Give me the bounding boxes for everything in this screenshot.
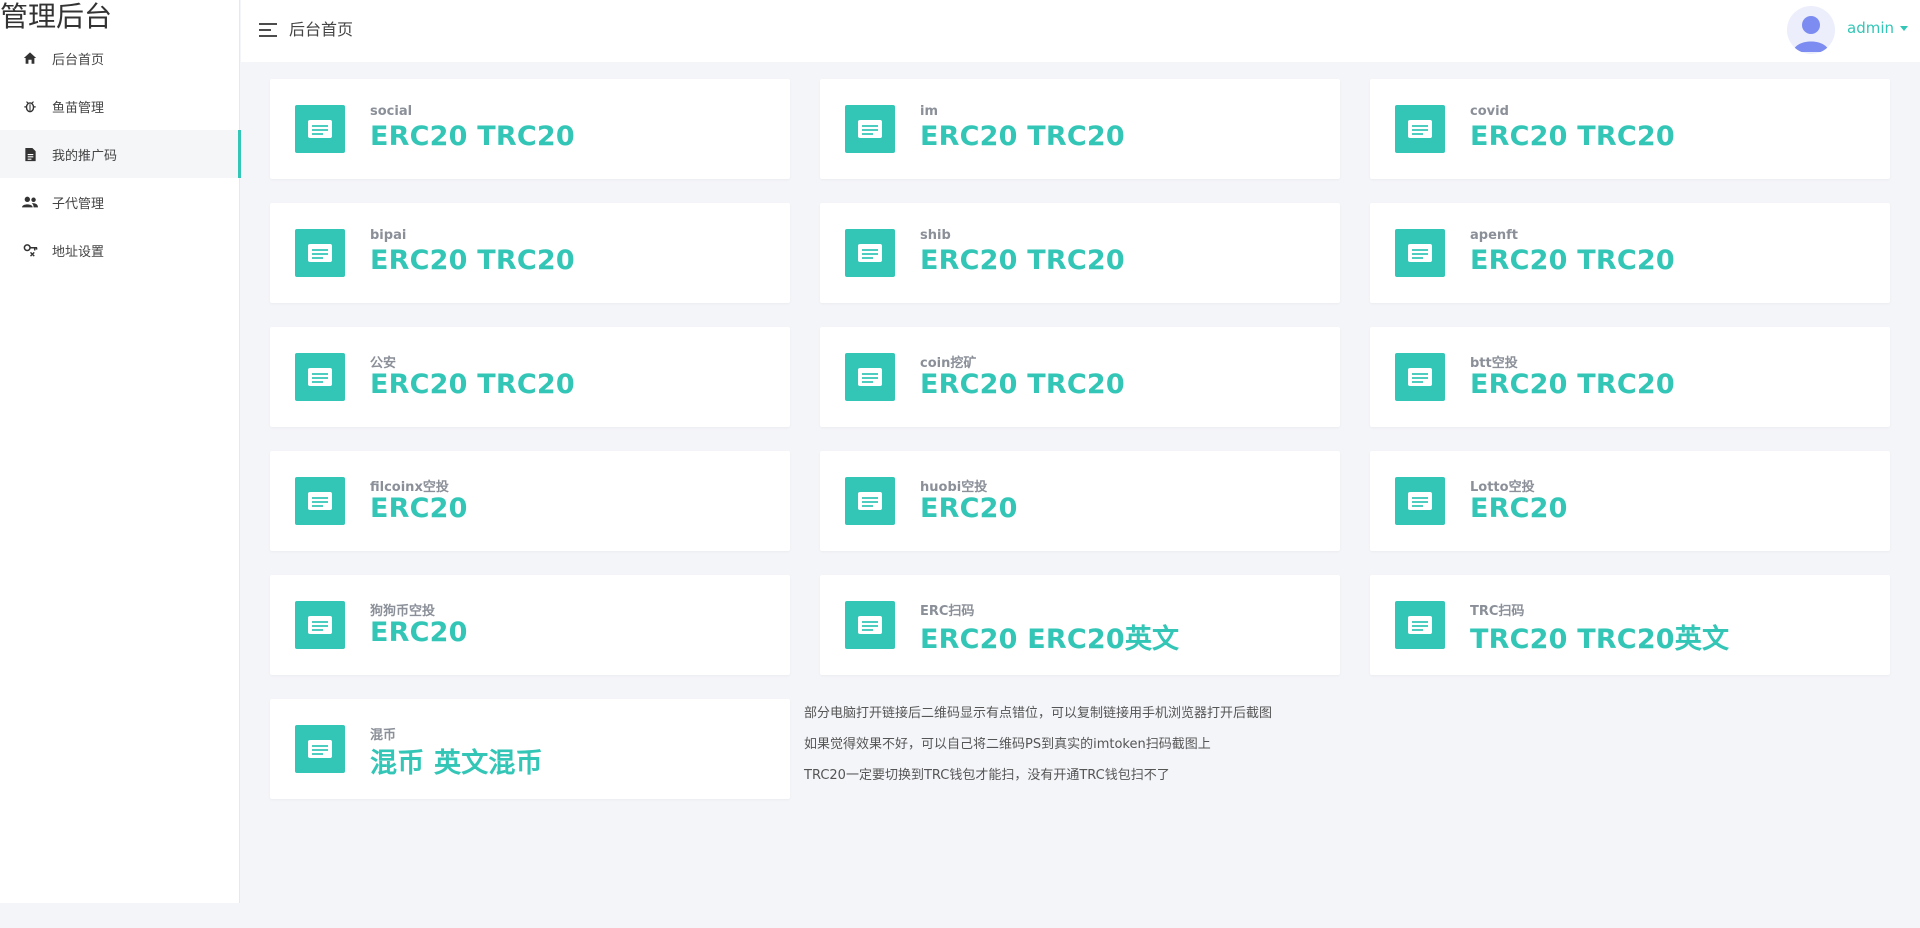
promo-card[interactable]: huobi空投 ERC20	[820, 451, 1340, 551]
avatar[interactable]	[1787, 6, 1835, 54]
home-icon	[22, 50, 38, 66]
user-avatar-icon	[1787, 6, 1835, 54]
promo-card[interactable]: filcoinx空投 ERC20	[270, 451, 790, 551]
card-label: social	[370, 104, 413, 119]
card-value: ERC20 TRC20	[920, 121, 1125, 152]
sidebar-item-my-promo-code[interactable]: 我的推广码	[0, 130, 241, 178]
card-icon	[295, 477, 345, 525]
card-icon	[295, 229, 345, 277]
promo-card[interactable]: shib ERC20 TRC20	[820, 203, 1340, 303]
card-value: ERC20	[920, 493, 1018, 524]
user-menu[interactable]: admin	[1847, 19, 1908, 37]
promo-card[interactable]: TRC扫码 TRC20 TRC20英文	[1370, 575, 1890, 675]
card-label: shib	[920, 228, 951, 243]
card-value: ERC20 TRC20	[370, 369, 575, 400]
card-label: apenft	[1470, 228, 1519, 243]
card-value: ERC20 TRC20	[370, 121, 575, 152]
users-icon	[22, 194, 38, 210]
key-icon	[22, 242, 38, 258]
promo-card[interactable]: ERC扫码 ERC20 ERC20英文	[820, 575, 1340, 675]
card-icon	[1395, 477, 1445, 525]
card-value: ERC20	[1470, 493, 1568, 524]
sidebar-item-label: 子代管理	[52, 196, 105, 212]
card-value: ERC20 TRC20	[1470, 121, 1675, 152]
card-value: ERC20 TRC20	[370, 245, 575, 276]
document-icon	[22, 146, 38, 162]
promo-card[interactable]: 混币 混币 英文混币	[270, 699, 790, 799]
promo-card[interactable]: 公安 ERC20 TRC20	[270, 327, 790, 427]
promo-card[interactable]: im ERC20 TRC20	[820, 79, 1340, 179]
note-line: TRC20一定要切换到TRC钱包才能扫，没有开通TRC钱包扫不了	[804, 768, 1170, 783]
card-icon	[1395, 601, 1445, 649]
card-value: 混币 英文混币	[370, 748, 543, 779]
promo-card[interactable]: btt空投 ERC20 TRC20	[1370, 327, 1890, 427]
note-line: 部分电脑打开链接后二维码显示有点错位，可以复制链接用手机浏览器打开后截图	[804, 706, 1273, 721]
note-line: 如果觉得效果不好，可以自己将二维码PS到真实的imtoken扫码截图上	[804, 737, 1211, 752]
card-icon	[1395, 229, 1445, 277]
top-header: 后台首页 admin	[241, 0, 1920, 62]
sidebar-nav: 后台首页 鱼苗管理 我的推广码 子代管理 地址设置	[0, 34, 241, 274]
card-icon	[845, 229, 895, 277]
promo-card[interactable]: 狗狗币空投 ERC20	[270, 575, 790, 675]
card-value: ERC20 TRC20	[1470, 245, 1675, 276]
card-icon	[1395, 353, 1445, 401]
card-icon	[845, 105, 895, 153]
card-label: im	[920, 104, 939, 119]
page-title: 后台首页	[289, 20, 354, 39]
sidebar-item-sub-agents[interactable]: 子代管理	[0, 178, 240, 226]
sidebar-item-label: 后台首页	[52, 52, 105, 68]
caret-down-icon	[1900, 26, 1908, 31]
sidebar: 管理后台 后台首页 鱼苗管理 我的推广码 子代管理 地址设置	[0, 0, 241, 903]
promo-card[interactable]: bipai ERC20 TRC20	[270, 203, 790, 303]
card-value: ERC20 TRC20	[1470, 369, 1675, 400]
sidebar-item-fry-management[interactable]: 鱼苗管理	[0, 82, 240, 130]
card-icon	[295, 353, 345, 401]
sidebar-item-label: 我的推广码	[52, 148, 118, 164]
card-icon	[295, 601, 345, 649]
promo-card[interactable]: covid ERC20 TRC20	[1370, 79, 1890, 179]
card-icon	[845, 353, 895, 401]
card-icon	[845, 477, 895, 525]
card-icon	[295, 725, 345, 773]
card-icon	[845, 601, 895, 649]
promo-card[interactable]: social ERC20 TRC20	[270, 79, 790, 179]
brand-title: 管理后台	[0, 0, 113, 33]
sidebar-item-dashboard[interactable]: 后台首页	[0, 34, 240, 82]
card-label: bipai	[370, 228, 407, 243]
bug-icon	[22, 98, 38, 114]
card-value: ERC20 TRC20	[920, 369, 1125, 400]
promo-card[interactable]: Lotto空投 ERC20	[1370, 451, 1890, 551]
card-icon	[295, 105, 345, 153]
promo-card[interactable]: coin挖矿 ERC20 TRC20	[820, 327, 1340, 427]
card-value: ERC20 TRC20	[920, 245, 1125, 276]
sidebar-item-address-settings[interactable]: 地址设置	[0, 226, 240, 274]
card-value: ERC20 ERC20英文	[920, 624, 1180, 655]
username: admin	[1847, 19, 1894, 37]
card-value: TRC20 TRC20英文	[1470, 624, 1730, 655]
card-value: ERC20	[370, 493, 468, 524]
promo-card[interactable]: apenft ERC20 TRC20	[1370, 203, 1890, 303]
card-label: covid	[1470, 104, 1509, 119]
sidebar-item-label: 鱼苗管理	[52, 100, 105, 116]
sidebar-item-label: 地址设置	[52, 244, 105, 260]
card-value: ERC20	[370, 617, 468, 648]
card-icon	[1395, 105, 1445, 153]
usage-notes: 部分电脑打开链接后二维码显示有点错位，可以复制链接用手机浏览器打开后截图 如果觉…	[804, 698, 1272, 791]
menu-toggle-icon[interactable]	[258, 20, 278, 40]
